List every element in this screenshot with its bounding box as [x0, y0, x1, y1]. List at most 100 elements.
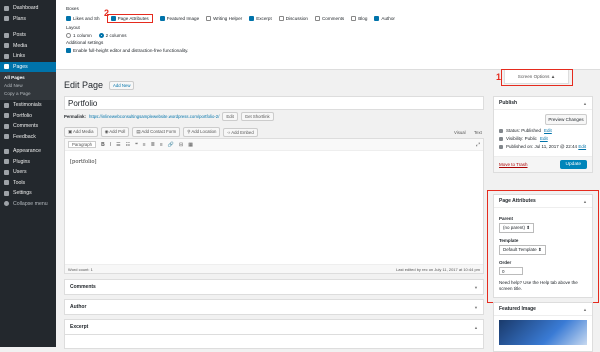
checkbox-unchecked[interactable] [351, 16, 357, 21]
comments-box[interactable]: Comments ▼ [64, 279, 484, 295]
toolbar-toggle-icon[interactable]: ▦ [188, 142, 193, 148]
edit-visibility-link[interactable]: Edit [540, 136, 548, 141]
checkbox-checked[interactable] [66, 16, 71, 21]
sidebar-item-links[interactable]: Links [0, 51, 56, 62]
plugin-icon [4, 159, 9, 165]
bold-icon[interactable]: B [101, 142, 105, 148]
radio-checked[interactable] [98, 33, 104, 38]
add-location-button[interactable]: ⚲ Add Location [183, 127, 221, 137]
layout-2-columns[interactable]: 2 columns [98, 33, 127, 38]
edit-date-link[interactable]: Edit [578, 144, 586, 149]
checkbox-checked[interactable] [159, 16, 165, 21]
format-select[interactable]: Paragraph [68, 141, 97, 148]
edit-permalink-button[interactable]: Edit [222, 112, 238, 121]
checkbox-checked[interactable] [249, 16, 255, 21]
checkbox-checked[interactable] [66, 48, 71, 53]
publish-header[interactable]: Publish ▲ [494, 97, 592, 110]
blockquote-icon[interactable]: ❝ [135, 142, 138, 148]
toggle-arrow-icon[interactable]: ▼ [474, 305, 478, 310]
link-icon[interactable]: 🔗 [168, 142, 174, 148]
radio-unchecked[interactable] [66, 33, 71, 38]
editor-content[interactable]: [portfolio] [65, 151, 483, 173]
align-center-icon[interactable]: ≣ [151, 142, 155, 148]
numbered-list-icon[interactable]: ☷ [126, 142, 130, 148]
sidebar-item-plans[interactable]: Plans [0, 14, 56, 25]
full-height-editor-option[interactable]: Enable full-height editor and distractio… [66, 48, 188, 53]
excerpt-box[interactable]: Excerpt ▲ [64, 319, 484, 335]
box-author[interactable]: Author [374, 16, 395, 21]
media-buttons-row: ▣ Add Media ◉ Add Poll ▤ Add Contact For… [64, 127, 484, 137]
portfolio-icon [4, 113, 9, 119]
sidebar-collapse-menu[interactable]: Collapse menu [0, 199, 56, 210]
italic-icon[interactable]: I [110, 142, 111, 148]
radio-label: 1 column [73, 33, 92, 38]
add-new-button[interactable]: Add New [109, 80, 135, 90]
edit-status-link[interactable]: Edit [544, 128, 552, 133]
pin-icon [4, 32, 9, 38]
permalink-url[interactable]: https://inlinewebconsultingsamplewebsite… [89, 114, 219, 119]
checkbox-unchecked[interactable] [314, 16, 320, 21]
featured-image-header[interactable]: Featured Image ▲ [494, 303, 592, 316]
sidebar-item-media[interactable]: Media [0, 41, 56, 52]
sidebar-item-settings[interactable]: Settings [0, 188, 56, 199]
featured-image-thumbnail[interactable] [499, 320, 587, 345]
box-blog[interactable]: Blog [351, 16, 367, 21]
checkbox-unchecked[interactable] [206, 16, 212, 21]
sidebar-item-comments[interactable]: Comments [0, 121, 56, 132]
add-contact-form-button[interactable]: ▤ Add Contact Form [132, 127, 181, 137]
align-left-icon[interactable]: ≡ [143, 142, 146, 148]
preview-changes-button[interactable]: Preview Changes [545, 114, 587, 125]
feedback-icon [4, 134, 9, 140]
post-title-input[interactable]: Portfolio [64, 96, 484, 110]
toggle-arrow-icon[interactable]: ▲ [474, 325, 478, 330]
box-likes-shares[interactable]: Likes and Sh [66, 16, 100, 21]
move-to-trash-link[interactable]: Move to Trash [499, 162, 528, 167]
box-featured-image[interactable]: Featured Image [159, 16, 199, 21]
get-shortlink-button[interactable]: Get Shortlink [240, 112, 274, 121]
sidebar-item-posts[interactable]: Posts [0, 30, 56, 41]
sidebar-item-label: Dashboard [13, 5, 39, 12]
sidebar-item-portfolio[interactable]: Portfolio [0, 111, 56, 122]
content-editor[interactable]: Paragraph B I ☰ ☷ ❝ ≡ ≣ ≡ 🔗 ⊟ ▦ ⤢ [portf… [64, 138, 484, 274]
box-excerpt[interactable]: Excerpt [249, 16, 272, 21]
fullscreen-icon[interactable]: ⤢ [476, 142, 480, 148]
read-more-icon[interactable]: ⊟ [179, 142, 183, 148]
sidebar-item-dashboard[interactable]: Dashboard [0, 3, 56, 14]
update-button[interactable]: Update [559, 160, 587, 169]
sidebar-item-testimonials[interactable]: Testimonials [0, 100, 56, 111]
sidebar-item-tools[interactable]: Tools [0, 178, 56, 189]
box-discussion[interactable]: Discussion [278, 16, 308, 21]
last-edited: Last edited by rec on July 11, 2017 at 1… [396, 266, 480, 272]
box-page-attributes[interactable]: Page Attributes [106, 14, 153, 23]
add-media-button[interactable]: ▣ Add Media [64, 127, 98, 137]
box-comments[interactable]: Comments [314, 16, 344, 21]
checkbox-checked[interactable] [374, 16, 380, 21]
align-right-icon[interactable]: ≡ [160, 142, 163, 148]
link-icon [4, 53, 9, 59]
author-box[interactable]: Author ▼ [64, 299, 484, 315]
sidebar-item-plugins[interactable]: Plugins [0, 157, 56, 168]
sidebar-subitem-copy-page[interactable]: Copy a Page [0, 90, 56, 98]
bullet-list-icon[interactable]: ☰ [116, 142, 120, 148]
annotation-marker-2: 2 [104, 8, 110, 18]
tab-visual[interactable]: Visual [454, 130, 466, 135]
toggle-arrow-icon[interactable]: ▲ [583, 101, 587, 106]
sidebar-item-users[interactable]: Users [0, 167, 56, 178]
checkbox-checked[interactable] [110, 16, 116, 21]
box-writing-helper[interactable]: Writing Helper [206, 16, 242, 21]
sidebar-subitem-add-new[interactable]: Add New [0, 82, 56, 90]
add-poll-button[interactable]: ◉ Add Poll [100, 127, 130, 137]
sidebar-item-feedback[interactable]: Feedback [0, 132, 56, 143]
tab-text[interactable]: Text [474, 130, 482, 135]
toggle-arrow-icon[interactable]: ▲ [583, 307, 587, 312]
layout-1-column[interactable]: 1 column [66, 33, 92, 38]
annotation-marker-1: 1 [496, 72, 502, 82]
sidebar-item-pages[interactable]: Pages [0, 61, 56, 72]
sidebar-item-label: Media [13, 42, 28, 49]
add-embed-button[interactable]: ‹› Add Embed [223, 127, 258, 137]
sidebar-subitem-all-pages[interactable]: All Pages [0, 74, 56, 82]
button-label: Add Contact Form [141, 129, 177, 134]
sidebar-item-appearance[interactable]: Appearance [0, 146, 56, 157]
checkbox-unchecked[interactable] [278, 16, 284, 21]
toggle-arrow-icon[interactable]: ▼ [474, 285, 478, 290]
